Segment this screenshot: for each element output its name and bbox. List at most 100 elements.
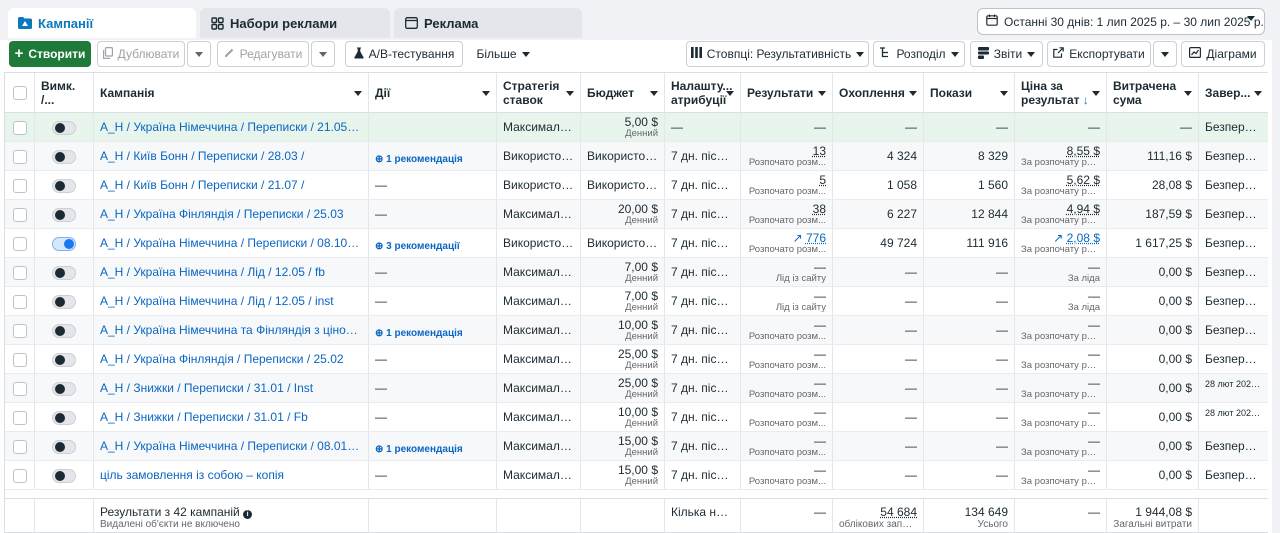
tab-ad-sets[interactable]: Набори реклами: [200, 8, 390, 38]
impressions: —: [924, 316, 1015, 344]
table-row[interactable]: A_H / Знижки / Переписки / 31.01 / Inst —…: [5, 374, 1268, 403]
header-campaign[interactable]: Кампанія: [94, 73, 369, 113]
table-row[interactable]: A_H / Україна Німеччина / Лід / 12.05 / …: [5, 287, 1268, 316]
campaign-toggle[interactable]: [52, 266, 76, 280]
ab-test-button[interactable]: A/B-тестування: [345, 41, 463, 67]
campaign-link[interactable]: A_H / Україна Німеччина та Фінляндія з ц…: [100, 322, 362, 338]
table-row[interactable]: A_H / Україна Німеччина / Переписки / 08…: [5, 229, 1268, 258]
campaign-toggle[interactable]: [52, 208, 76, 222]
campaign-link[interactable]: A_H / Україна Німеччина / Переписки / 08…: [100, 438, 362, 454]
amount-spent: 1 617,25 $: [1107, 229, 1199, 257]
header-impressions[interactable]: Покази: [924, 73, 1015, 113]
sort-icon: [482, 91, 490, 96]
arrow-down-icon: ↓: [1082, 93, 1089, 107]
campaign-link[interactable]: A_H / Знижки / Переписки / 31.01 / Inst: [100, 380, 362, 396]
campaign-toggle[interactable]: [52, 440, 76, 454]
campaign-toggle[interactable]: [52, 121, 76, 135]
header-bid-strategy[interactable]: Стратегія ставок: [497, 73, 581, 113]
table-row[interactable]: A_H / Україна Фінляндія / Переписки / 25…: [5, 345, 1268, 374]
recommendation-link[interactable]: ⊕ 1 рекомендація: [375, 152, 490, 168]
cell-subtext: Розпочато розм...: [748, 244, 826, 255]
breakdown-button[interactable]: Розподіл: [873, 41, 965, 67]
table-row[interactable]: ціль замовлення із собою – копія — Максима…: [5, 461, 1268, 490]
edit-button[interactable]: Редагувати: [217, 41, 309, 67]
campaign-link[interactable]: A_H / Україна Фінляндія / Переписки / 25…: [100, 351, 362, 367]
campaign-toggle[interactable]: [52, 150, 76, 164]
edit-dropdown-button[interactable]: [311, 41, 335, 67]
campaign-toggle[interactable]: [52, 382, 76, 396]
header-attribution[interactable]: Налашту... атрибуції: [665, 73, 741, 113]
table-row[interactable]: A_H / Київ Бонн / Переписки / 28.03 / ⊕ 1…: [5, 142, 1268, 171]
campaign-toggle[interactable]: [52, 469, 76, 483]
row-checkbox[interactable]: [13, 382, 27, 396]
row-checkbox[interactable]: [13, 121, 27, 135]
columns-button[interactable]: Стовпці: Результативність: [686, 41, 869, 67]
campaign-name: A_H / Україна Німеччина / Лід / 12.05 / …: [94, 258, 369, 286]
campaign-toggle[interactable]: [52, 353, 76, 367]
reports-button[interactable]: Звіти: [970, 41, 1043, 67]
row-checkbox[interactable]: [13, 266, 27, 280]
export-dropdown-button[interactable]: [1153, 41, 1177, 67]
campaign-toggle[interactable]: [52, 295, 76, 309]
more-button[interactable]: Більше: [468, 41, 538, 67]
table-row[interactable]: A_H / Україна Німеччина / Переписки / 08…: [5, 432, 1268, 461]
table-row[interactable]: A_H / Знижки / Переписки / 31.01 / Fb — Ма…: [5, 403, 1268, 432]
header-cost-per-result[interactable]: Ціна за результат ↓: [1015, 73, 1107, 113]
recommendation-link[interactable]: ⊕ 3 рекомендації: [375, 239, 490, 255]
cost-per-result: — За розпочату ро...: [1015, 432, 1107, 460]
page-scrollbar[interactable]: [1272, 0, 1280, 533]
header-select-all[interactable]: [5, 73, 35, 113]
campaign-link[interactable]: A_H / Україна Німеччина / Переписки / 08…: [100, 235, 362, 251]
header-budget[interactable]: Бюджет: [581, 73, 665, 113]
header-amount-spent[interactable]: Витрачена сума: [1107, 73, 1199, 113]
info-icon[interactable]: i: [243, 510, 253, 519]
charts-button[interactable]: Діаграми: [1181, 41, 1265, 67]
row-toggle-cell: [35, 345, 94, 373]
tab-campaigns[interactable]: Кампанії: [8, 8, 196, 38]
export-button[interactable]: Експортувати: [1047, 41, 1151, 67]
header-results[interactable]: Результати: [741, 73, 833, 113]
campaign-name: A_H / Україна Фінляндія / Переписки / 25…: [94, 345, 369, 373]
create-button[interactable]: + Створити: [9, 41, 91, 67]
budget: 5,00 $ Денний: [581, 113, 665, 141]
campaign-link[interactable]: A_H / Україна Німеччина / Лід / 12.05 / …: [100, 264, 362, 280]
row-checkbox[interactable]: [13, 295, 27, 309]
table-row[interactable]: A_H / Україна Німеччина та Фінляндія з ц…: [5, 316, 1268, 345]
campaign-link[interactable]: A_H / Україна Німеччина / Лід / 12.05 / …: [100, 293, 362, 309]
row-checkbox[interactable]: [13, 411, 27, 425]
recommendation-link[interactable]: ⊕ 1 рекомендація: [375, 442, 490, 458]
campaign-toggle[interactable]: [52, 411, 76, 425]
row-checkbox[interactable]: [13, 208, 27, 222]
select-all-checkbox[interactable]: [13, 86, 27, 100]
chevron-down-icon: [950, 51, 959, 57]
campaign-link[interactable]: A_H / Київ Бонн / Переписки / 28.03 /: [100, 148, 362, 164]
row-checkbox[interactable]: [13, 179, 27, 193]
header-actions[interactable]: Дії: [369, 73, 497, 113]
table-row[interactable]: A_H / Київ Бонн / Переписки / 21.07 /— Ви…: [5, 171, 1268, 200]
row-checkbox[interactable]: [13, 469, 27, 483]
campaign-link[interactable]: ціль замовлення із собою – копія: [100, 467, 362, 483]
campaign-toggle[interactable]: [52, 179, 76, 193]
row-checkbox[interactable]: [13, 353, 27, 367]
campaign-link[interactable]: A_H / Київ Бонн / Переписки / 21.07 /: [100, 177, 362, 193]
row-checkbox[interactable]: [13, 324, 27, 338]
row-checkbox[interactable]: [13, 150, 27, 164]
campaign-toggle[interactable]: [52, 237, 76, 251]
campaign-link[interactable]: A_H / Україна Німеччина / Переписки / 21…: [100, 119, 362, 135]
table-row[interactable]: A_H / Україна Німеччина / Лід / 12.05 / …: [5, 258, 1268, 287]
header-reach[interactable]: Охоплення: [833, 73, 924, 113]
header-toggle[interactable]: Вимк. /...: [35, 73, 94, 113]
table-row[interactable]: A_H / Україна Фінляндія / Переписки / 25…: [5, 200, 1268, 229]
campaign-link[interactable]: A_H / Знижки / Переписки / 31.01 / Fb: [100, 409, 362, 425]
campaign-link[interactable]: A_H / Україна Фінляндія / Переписки / 25…: [100, 206, 362, 222]
campaign-toggle[interactable]: [52, 324, 76, 338]
date-range-picker[interactable]: Останні 30 днів: 1 лип 2025 р. – 30 лип …: [977, 8, 1265, 35]
row-checkbox[interactable]: [13, 237, 27, 251]
recommendation-link[interactable]: ⊕ 1 рекомендація: [375, 326, 490, 342]
duplicate-dropdown-button[interactable]: [187, 41, 211, 67]
row-checkbox[interactable]: [13, 440, 27, 454]
table-row[interactable]: A_H / Україна Німеччина / Переписки / 21…: [5, 113, 1268, 142]
tab-ads[interactable]: Реклама: [394, 8, 582, 38]
header-end[interactable]: Завер...: [1199, 73, 1268, 113]
duplicate-button[interactable]: Дублювати: [97, 41, 185, 67]
